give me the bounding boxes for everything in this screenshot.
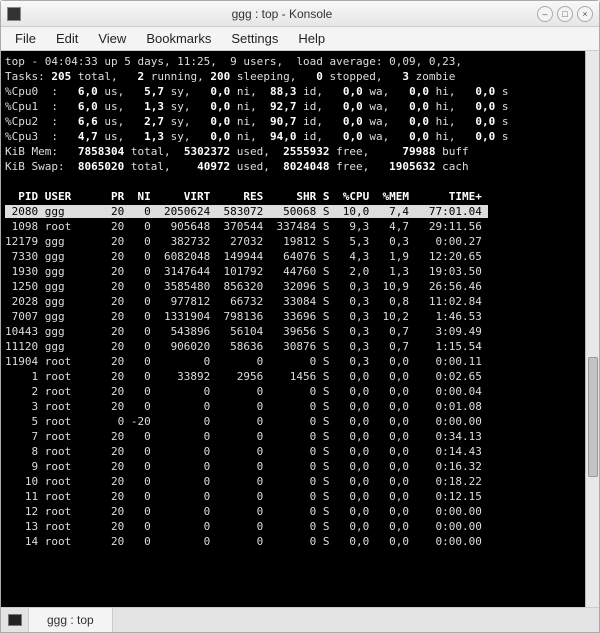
cpu-line-3: %Cpu3 : 4,7 us, 1,3 sy, 0,0 ni, 94,0 id,… (5, 130, 508, 143)
swap-line: KiB Swap: 8065020 total, 40972 used, 802… (5, 160, 469, 173)
titlebar[interactable]: ggg : top - Konsole – □ × (1, 1, 599, 27)
menubar: File Edit View Bookmarks Settings Help (1, 27, 599, 51)
menu-help[interactable]: Help (290, 29, 333, 48)
maximize-button[interactable]: □ (557, 6, 573, 22)
close-button[interactable]: × (577, 6, 593, 22)
process-row[interactable]: 7330 ggg 20 0 6082048 149944 64076 S 4,3… (5, 250, 482, 263)
process-row[interactable]: 1098 root 20 0 905648 370544 337484 S 9,… (5, 220, 482, 233)
minimize-button[interactable]: – (537, 6, 553, 22)
process-row[interactable]: 1930 ggg 20 0 3147644 101792 44760 S 2,0… (5, 265, 482, 278)
process-header: PID USER PR NI VIRT RES SHR S %CPU %MEM … (5, 190, 488, 203)
tab-bar: ggg : top (1, 607, 599, 632)
process-row[interactable]: 2028 ggg 20 0 977812 66732 33084 S 0,3 0… (5, 295, 482, 308)
process-row[interactable]: 7 root 20 0 0 0 0 S 0,0 0,0 0:34.13 (5, 430, 482, 443)
scrollbar-thumb[interactable] (588, 357, 598, 477)
process-row[interactable]: 14 root 20 0 0 0 0 S 0,0 0,0 0:00.00 (5, 535, 482, 548)
process-row[interactable]: 11120 ggg 20 0 906020 58636 30876 S 0,3 … (5, 340, 482, 353)
terminal-container: top - 04:04:33 up 5 days, 11:25, 9 users… (1, 51, 599, 607)
cpu-line-1: %Cpu1 : 6,0 us, 1,3 sy, 0,0 ni, 92,7 id,… (5, 100, 508, 113)
tab-active[interactable]: ggg : top (29, 608, 113, 632)
process-row[interactable]: 11904 root 20 0 0 0 0 S 0,3 0,0 0:00.11 (5, 355, 482, 368)
mem-line: KiB Mem: 7858304 total, 5302372 used, 25… (5, 145, 469, 158)
terminal[interactable]: top - 04:04:33 up 5 days, 11:25, 9 users… (1, 51, 585, 607)
process-row[interactable]: 1250 ggg 20 0 3585480 856320 32096 S 0,3… (5, 280, 482, 293)
process-row[interactable]: 10443 ggg 20 0 543896 56104 39656 S 0,3 … (5, 325, 482, 338)
process-row[interactable]: 1 root 20 0 33892 2956 1456 S 0,0 0,0 0:… (5, 370, 482, 383)
window-title: ggg : top - Konsole (27, 7, 537, 21)
app-icon (7, 7, 21, 21)
window-controls: – □ × (537, 6, 593, 22)
process-row[interactable]: 12179 ggg 20 0 382732 27032 19812 S 5,3 … (5, 235, 482, 248)
process-row[interactable]: 8 root 20 0 0 0 0 S 0,0 0,0 0:14.43 (5, 445, 482, 458)
terminal-icon (8, 614, 22, 626)
tasks-line: Tasks: 205 total, 2 running, 200 sleepin… (5, 70, 455, 83)
top-summary-line: top - 04:04:33 up 5 days, 11:25, 9 users… (5, 55, 462, 68)
process-row[interactable]: 7007 ggg 20 0 1331904 798136 33696 S 0,3… (5, 310, 482, 323)
process-row[interactable]: 2 root 20 0 0 0 0 S 0,0 0,0 0:00.04 (5, 385, 482, 398)
menu-settings[interactable]: Settings (223, 29, 286, 48)
process-row[interactable]: 3 root 20 0 0 0 0 S 0,0 0,0 0:01.08 (5, 400, 482, 413)
menu-edit[interactable]: Edit (48, 29, 86, 48)
cpu-line-2: %Cpu2 : 6,6 us, 2,7 sy, 0,0 ni, 90,7 id,… (5, 115, 508, 128)
process-row[interactable]: 12 root 20 0 0 0 0 S 0,0 0,0 0:00.00 (5, 505, 482, 518)
process-row[interactable]: 2080 ggg 20 0 2050624 583072 50068 S 10,… (5, 205, 488, 218)
menu-bookmarks[interactable]: Bookmarks (138, 29, 219, 48)
cpu-line-0: %Cpu0 : 6,0 us, 5,7 sy, 0,0 ni, 88,3 id,… (5, 85, 508, 98)
process-row[interactable]: 9 root 20 0 0 0 0 S 0,0 0,0 0:16.32 (5, 460, 482, 473)
app-window: ggg : top - Konsole – □ × File Edit View… (0, 0, 600, 633)
scrollbar[interactable] (585, 51, 599, 607)
process-row[interactable]: 13 root 20 0 0 0 0 S 0,0 0,0 0:00.00 (5, 520, 482, 533)
process-row[interactable]: 5 root 0 -20 0 0 0 S 0,0 0,0 0:00.00 (5, 415, 482, 428)
process-row[interactable]: 11 root 20 0 0 0 0 S 0,0 0,0 0:12.15 (5, 490, 482, 503)
menu-view[interactable]: View (90, 29, 134, 48)
process-row[interactable]: 10 root 20 0 0 0 0 S 0,0 0,0 0:18.22 (5, 475, 482, 488)
new-tab-button[interactable] (1, 608, 29, 632)
menu-file[interactable]: File (7, 29, 44, 48)
